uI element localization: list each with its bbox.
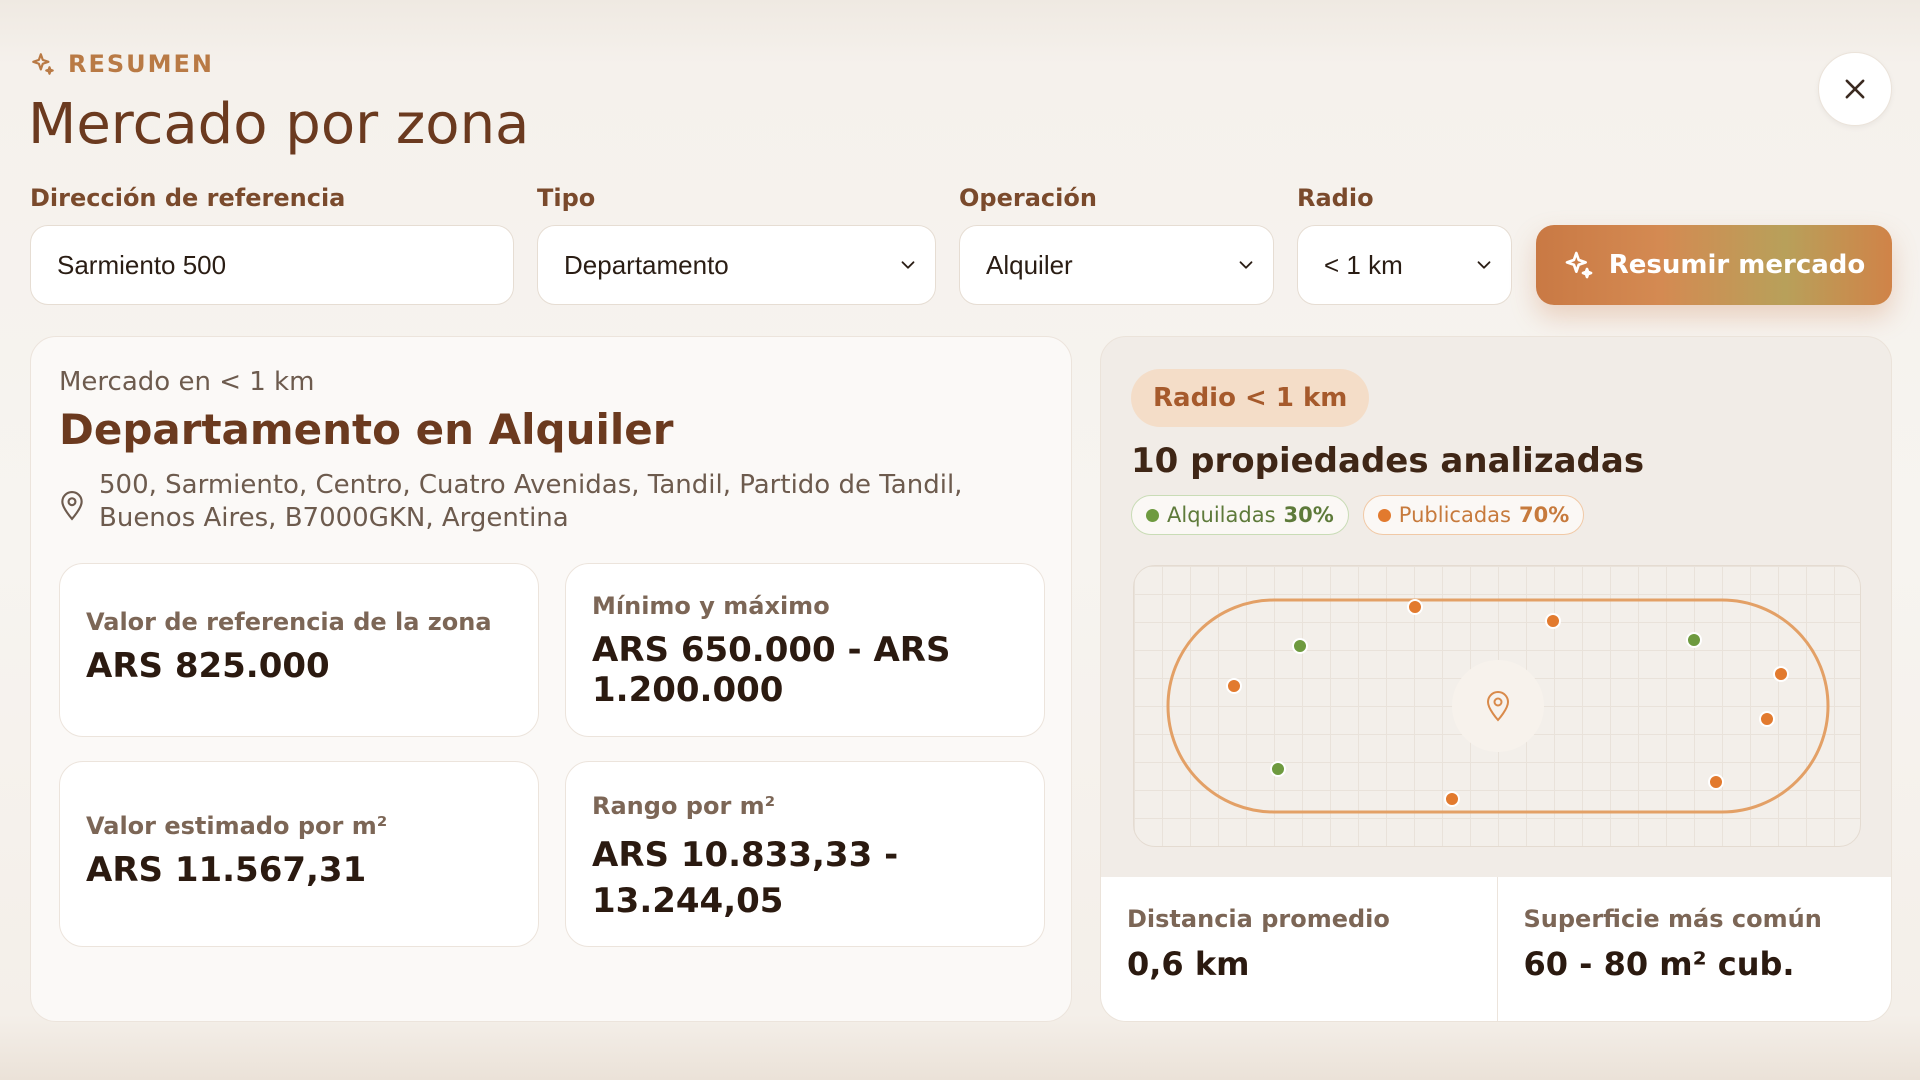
page-title: Mercado por zona <box>28 92 530 157</box>
stat-label: Rango por m² <box>592 792 776 820</box>
summarize-market-label: Resumir mercado <box>1608 250 1866 280</box>
legend-rented-percent: 30% <box>1283 503 1334 527</box>
operation-value: Alquiler <box>986 249 1073 280</box>
property-marker-published[interactable] <box>1407 599 1423 615</box>
property-marker-rented[interactable] <box>1270 761 1286 777</box>
property-marker-published[interactable] <box>1708 774 1724 790</box>
chevron-down-icon <box>1477 261 1491 269</box>
sparkle-icon <box>1565 251 1593 279</box>
property-marker-published[interactable] <box>1226 678 1242 694</box>
address-value: Sarmiento 500 <box>57 249 227 280</box>
type-value: Departamento <box>564 249 729 280</box>
stat-value: ARS 825.000 <box>86 646 330 686</box>
stat-label: Distancia promedio <box>1127 905 1390 933</box>
location-pin-icon <box>61 491 83 521</box>
property-marker-published[interactable] <box>1444 791 1460 807</box>
property-marker-rented[interactable] <box>1686 632 1702 648</box>
chevron-down-icon <box>1239 261 1253 269</box>
summary-address: 500, Sarmiento, Centro, Cuatro Avenidas,… <box>99 470 963 533</box>
map-bottom-stats: Distancia promedio 0,6 km Superficie más… <box>1101 877 1892 1021</box>
operation-select[interactable]: Alquiler <box>959 225 1274 305</box>
operation-label: Operación <box>959 184 1097 212</box>
stat-value: ARS 650.000 - ARS 1.200.000 <box>592 630 951 710</box>
property-marker-published[interactable] <box>1545 613 1561 629</box>
eyebrow: RESUMEN <box>30 50 214 78</box>
stat-card-value-per-m2: Valor estimado por m² ARS 11.567,31 <box>59 761 539 947</box>
stat-label: Valor estimado por m² <box>86 812 388 840</box>
radius-value: < 1 km <box>1324 249 1403 280</box>
type-label: Tipo <box>537 184 596 212</box>
legend-rented: Alquiladas 30% <box>1131 495 1349 535</box>
address-input[interactable]: Sarmiento 500 <box>30 225 514 305</box>
market-summary-page: RESUMEN Mercado por zona Dirección de re… <box>0 0 1920 1080</box>
legend-published-percent: 70% <box>1518 503 1570 527</box>
legend-rented-label: Alquiladas <box>1167 503 1276 527</box>
property-marker-rented[interactable] <box>1292 638 1308 654</box>
type-select[interactable]: Departamento <box>537 225 936 305</box>
stat-value: 0,6 km <box>1127 945 1250 983</box>
property-marker-published[interactable] <box>1759 711 1775 727</box>
summary-card: Mercado en < 1 km Departamento en Alquil… <box>30 336 1072 1022</box>
stat-label: Mínimo y máximo <box>592 592 830 620</box>
property-marker-published[interactable] <box>1773 666 1789 682</box>
legend: Alquiladas 30% Publicadas 70% <box>1131 495 1585 535</box>
stat-card-range-per-m2: Rango por m² ARS 10.833,33 - 13.244,05 <box>565 761 1045 947</box>
published-dot-icon <box>1377 508 1391 522</box>
radius-badge: Radio < 1 km <box>1131 369 1370 427</box>
rented-dot-icon <box>1146 508 1159 522</box>
close-button[interactable] <box>1818 52 1892 126</box>
stat-common-surface: Superficie más común 60 - 80 m² cub. <box>1496 877 1892 1021</box>
stat-label: Superficie más común <box>1523 905 1822 933</box>
chevron-down-icon <box>901 261 915 269</box>
legend-published: Publicadas 70% <box>1362 495 1585 535</box>
summary-title: Departamento en Alquiler <box>59 405 674 454</box>
stat-card-min-max: Mínimo y máximo ARS 650.000 - ARS 1.200.… <box>565 563 1045 737</box>
stat-value: ARS 10.833,33 - 13.244,05 <box>592 835 899 921</box>
stat-label: Valor de referencia de la zona <box>86 608 492 636</box>
map-canvas <box>1166 598 1830 814</box>
radius-map[interactable] <box>1133 565 1861 847</box>
stat-value: ARS 11.567,31 <box>86 850 367 890</box>
summarize-market-button[interactable]: Resumir mercado <box>1536 225 1892 305</box>
stat-card-reference-value: Valor de referencia de la zona ARS 825.0… <box>59 563 539 737</box>
eyebrow-label: RESUMEN <box>68 50 215 78</box>
sparkle-icon <box>32 53 54 75</box>
radius-select[interactable]: < 1 km <box>1297 225 1512 305</box>
radius-label: Radio <box>1297 184 1374 212</box>
stat-average-distance: Distancia promedio 0,6 km <box>1101 877 1497 1021</box>
map-card: Radio < 1 km 10 propiedades analizadas A… <box>1100 336 1892 1022</box>
legend-published-label: Publicadas <box>1398 503 1511 527</box>
close-icon <box>1845 79 1865 99</box>
properties-title: 10 propiedades analizadas <box>1131 441 1645 481</box>
summary-subtitle: Mercado en < 1 km <box>59 367 315 397</box>
address-label: Dirección de referencia <box>30 184 346 212</box>
stat-value: 60 - 80 m² cub. <box>1523 945 1795 983</box>
